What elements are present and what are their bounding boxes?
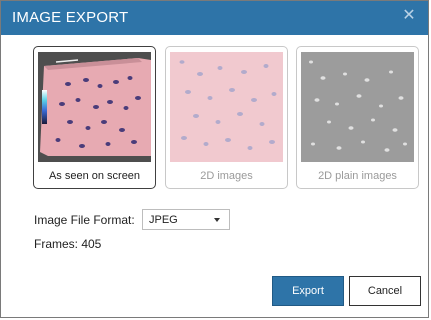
file-format-label: Image File Format: bbox=[34, 213, 135, 227]
export-button[interactable]: Export bbox=[272, 276, 344, 306]
chevron-down-icon bbox=[214, 218, 220, 222]
option-label: As seen on screen bbox=[48, 170, 141, 182]
thumbnail-2d-images bbox=[170, 52, 283, 162]
file-format-select[interactable]: JPEG bbox=[142, 209, 230, 230]
close-icon[interactable]: ✕ bbox=[400, 7, 418, 25]
cancel-button[interactable]: Cancel bbox=[349, 276, 421, 306]
dialog-title: IMAGE EXPORT bbox=[12, 9, 129, 26]
title-bar: IMAGE EXPORT ✕ bbox=[1, 1, 428, 35]
option-2d-images[interactable]: 2D images bbox=[165, 46, 288, 189]
option-2d-plain-images[interactable]: 2D plain images bbox=[296, 46, 419, 189]
thumbnail-2d-plain-images bbox=[301, 52, 414, 162]
file-format-value: JPEG bbox=[149, 214, 178, 226]
image-export-dialog: IMAGE EXPORT ✕ As seen on screen 2D imag… bbox=[0, 0, 429, 318]
frames-count: Frames: 405 bbox=[34, 237, 102, 251]
option-label: 2D plain images bbox=[318, 170, 397, 182]
option-as-seen-on-screen[interactable]: As seen on screen bbox=[33, 46, 156, 189]
option-label: 2D images bbox=[200, 170, 253, 182]
thumbnail-as-seen-on-screen bbox=[38, 52, 151, 162]
